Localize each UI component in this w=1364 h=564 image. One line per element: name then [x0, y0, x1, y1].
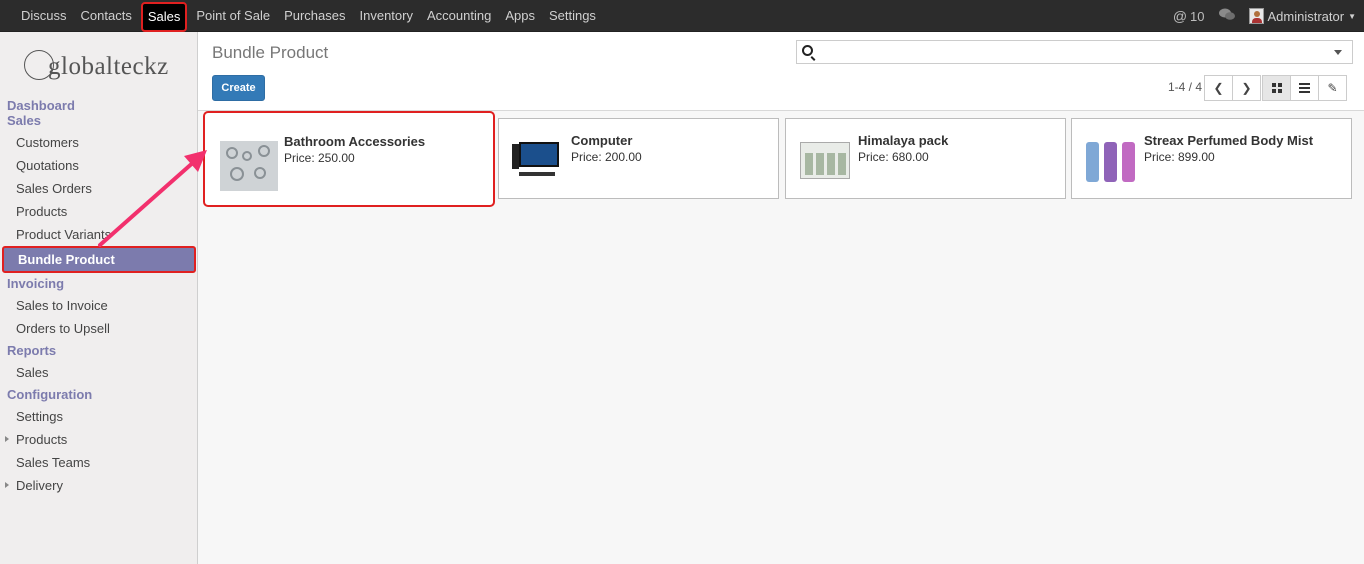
systray: @ 10 Administrator ▼	[1173, 0, 1356, 32]
sidebar-section-invoicing: Invoicing	[7, 276, 65, 291]
mentions-count: 10	[1190, 8, 1205, 24]
product-name: Himalaya pack	[858, 133, 949, 148]
kanban-view: Bathroom Accessories Price: 250.00 Compu…	[198, 111, 1364, 564]
sidebar-item-product-variants[interactable]: Product Variants	[0, 223, 198, 246]
sidebar-item-config-products[interactable]: Products	[0, 428, 198, 451]
chat-icon[interactable]	[1218, 8, 1235, 24]
top-navbar: Discuss Contacts Sales Point of Sale Pur…	[0, 0, 1364, 32]
menu-apps[interactable]: Apps	[498, 0, 542, 32]
kanban-view-button[interactable]	[1262, 75, 1291, 101]
sidebar-section-sales: Sales	[7, 113, 41, 128]
at-icon: @	[1172, 8, 1188, 24]
sidebar-item-sales-orders[interactable]: Sales Orders	[0, 177, 198, 200]
list-view-button[interactable]	[1290, 75, 1319, 101]
sidebar-item-orders-to-upsell[interactable]: Orders to Upsell	[0, 317, 198, 340]
sidebar-item-settings[interactable]: Settings	[0, 405, 198, 428]
company-logo: globalteckz	[24, 48, 174, 88]
kanban-card-computer[interactable]: Computer Price: 200.00	[498, 118, 779, 199]
create-button[interactable]: Create	[212, 75, 265, 101]
product-name: Computer	[571, 133, 633, 148]
user-name: Administrator	[1267, 8, 1345, 24]
chevron-right-icon: ❯	[1241, 81, 1252, 95]
logo-text: globalteckz	[48, 53, 169, 80]
pager-value: 1-4 / 4	[1168, 80, 1203, 94]
sidebar-item-bundle-product[interactable]: Bundle Product	[2, 246, 196, 273]
product-price: Price: 250.00	[284, 151, 355, 165]
pager-next-button[interactable]: ❯	[1232, 75, 1261, 101]
menu-inventory[interactable]: Inventory	[353, 0, 420, 32]
sidebar-item-delivery[interactable]: Delivery	[0, 474, 198, 497]
product-price: Price: 680.00	[858, 150, 929, 164]
list-icon	[1299, 83, 1310, 93]
menu-contacts[interactable]: Contacts	[74, 0, 139, 32]
sidebar-item-sales-teams[interactable]: Sales Teams	[0, 451, 198, 474]
view-switcher: ✎	[1262, 75, 1347, 101]
search-options-dropdown-icon[interactable]	[1334, 50, 1342, 55]
main-menu: Discuss Contacts Sales Point of Sale Pur…	[14, 0, 603, 32]
product-name: Bathroom Accessories	[284, 134, 426, 149]
sidebar-item-sales-to-invoice[interactable]: Sales to Invoice	[0, 294, 198, 317]
sidebar: globalteckz Dashboard Sales Customers Qu…	[0, 32, 198, 564]
pager-buttons: ❮ ❯	[1204, 75, 1261, 101]
avatar	[1248, 8, 1264, 24]
menu-accounting[interactable]: Accounting	[420, 0, 498, 32]
sidebar-item-reports-sales[interactable]: Sales	[0, 361, 198, 384]
product-name: Streax Perfumed Body Mist	[1144, 133, 1314, 148]
kanban-icon	[1271, 83, 1282, 93]
menu-purchases[interactable]: Purchases	[277, 0, 352, 32]
menu-settings[interactable]: Settings	[542, 0, 603, 32]
computer-image	[509, 134, 567, 184]
chevron-left-icon: ❮	[1213, 81, 1224, 95]
menu-point-of-sale[interactable]: Point of Sale	[189, 0, 277, 32]
bathroom-accessories-image	[220, 141, 278, 191]
menu-sales[interactable]: Sales	[140, 1, 188, 32]
search-icon	[802, 45, 813, 56]
mentions-indicator[interactable]: @ 10	[1173, 8, 1205, 24]
kanban-card-streax-body-mist[interactable]: Streax Perfumed Body Mist Price: 899.00	[1071, 118, 1352, 199]
sidebar-item-quotations[interactable]: Quotations	[0, 154, 198, 177]
page-title: Bundle Product	[212, 43, 329, 62]
kanban-card-himalaya-pack[interactable]: Himalaya pack Price: 680.00	[785, 118, 1066, 199]
himalaya-pack-image	[796, 134, 854, 184]
edit-icon: ✎	[1327, 81, 1338, 95]
menu-discuss[interactable]: Discuss	[14, 0, 74, 32]
sidebar-nav: Dashboard Sales Customers Quotations Sal…	[0, 98, 198, 497]
sidebar-item-products[interactable]: Products	[0, 200, 198, 223]
control-panel: Bundle Product Create 1-4 / 4 ❮ ❯ ✎	[198, 32, 1364, 111]
product-price: Price: 200.00	[571, 150, 642, 164]
search-input[interactable]	[796, 40, 1353, 64]
sidebar-section-reports: Reports	[7, 343, 57, 358]
product-price: Price: 899.00	[1144, 150, 1215, 164]
user-menu[interactable]: Administrator ▼	[1248, 8, 1356, 24]
sidebar-item-customers[interactable]: Customers	[0, 131, 198, 154]
kanban-card-bathroom-accessories[interactable]: Bathroom Accessories Price: 250.00	[203, 111, 495, 207]
sidebar-section-dashboard[interactable]: Dashboard	[0, 98, 198, 113]
sidebar-section-configuration: Configuration	[7, 387, 93, 402]
caret-down-icon: ▼	[1348, 11, 1356, 21]
pager-previous-button[interactable]: ❮	[1204, 75, 1233, 101]
form-view-button[interactable]: ✎	[1318, 75, 1347, 101]
body-mist-image	[1082, 134, 1140, 184]
